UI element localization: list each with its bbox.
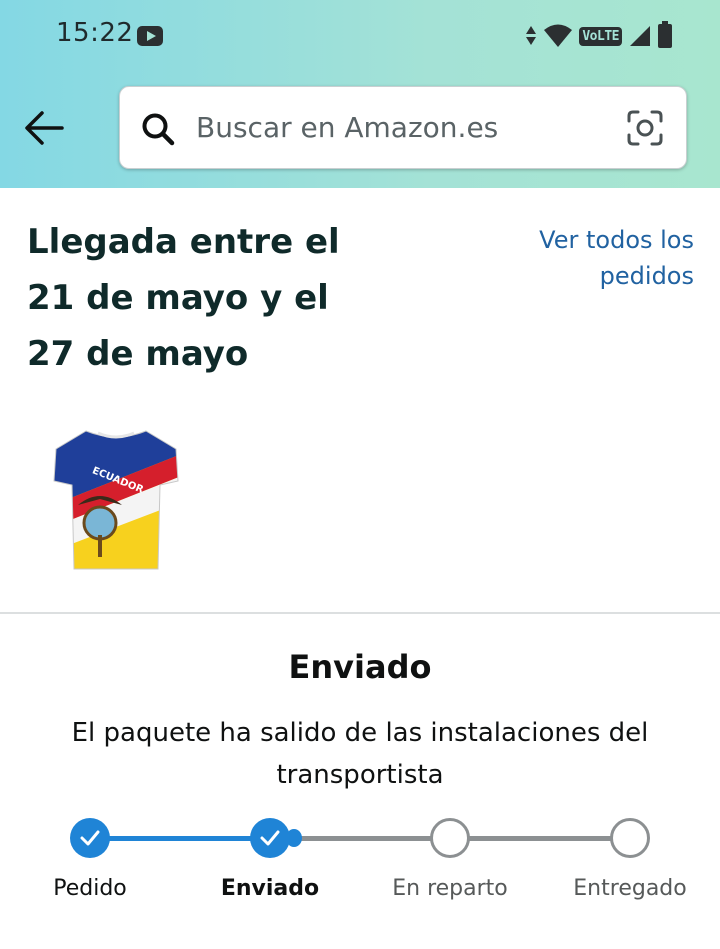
search-icon [142, 113, 175, 146]
step-label-en-reparto: En reparto [392, 876, 508, 901]
check-icon [260, 830, 280, 846]
battery-icon [658, 21, 672, 48]
search-input[interactable] [196, 87, 616, 168]
tshirt-image[interactable]: ECUADOR [48, 423, 184, 575]
arrival-date-title: Llegada entre el 21 de mayo y el 27 de m… [27, 222, 340, 374]
status-icons: VoLTE [525, 21, 672, 50]
step-node-entregado [610, 818, 650, 858]
signal-icon [630, 26, 650, 46]
arrow-left-icon[interactable] [22, 108, 66, 148]
search-bar[interactable] [119, 86, 687, 169]
wifi-icon [544, 24, 573, 47]
status-time: 15:22 [56, 18, 134, 48]
camera-lens-icon[interactable] [626, 109, 664, 147]
step-node-enviado [250, 818, 290, 858]
app-header: 15:22 VoLTE [0, 0, 720, 188]
section-divider [0, 612, 720, 614]
view-all-orders-link[interactable]: Ver todos los pedidos [504, 222, 694, 294]
step-label-pedido: Pedido [53, 876, 127, 901]
youtube-icon [137, 26, 163, 46]
step-label-enviado: Enviado [220, 876, 320, 901]
step-label-entregado: Entregado [573, 876, 687, 901]
step-node-pedido [70, 818, 110, 858]
volte-label: VoLTE [579, 26, 622, 46]
shipment-status-title: Enviado [288, 648, 432, 686]
shipment-status-description: El paquete ha salido de las instalacione… [71, 718, 649, 790]
data-arrows-icon [525, 25, 537, 47]
check-icon [80, 830, 100, 846]
step-node-en-reparto [430, 818, 470, 858]
